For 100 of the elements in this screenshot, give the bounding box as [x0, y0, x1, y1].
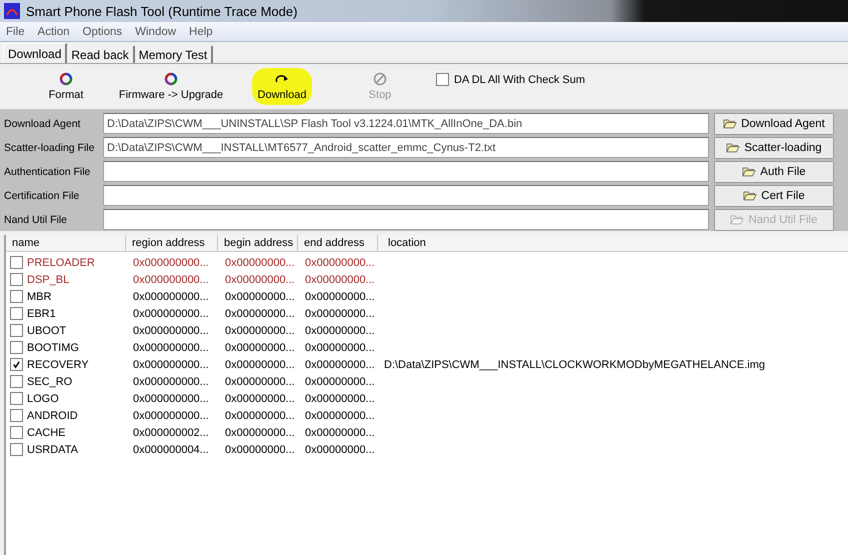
file-path-field[interactable]: D:\Data\ZIPS\CWM___INSTALL\MT6577_Android_scatter_emmc_Cynus-T2.txt: [103, 137, 709, 158]
table-cell: USRDATA: [27, 444, 78, 456]
table-cell: PRELOADER: [27, 256, 95, 268]
app-icon: [4, 3, 20, 19]
menu-item[interactable]: Action: [38, 26, 70, 38]
file-path-field[interactable]: [103, 161, 709, 182]
table-cell: 0x00000000...: [225, 324, 295, 336]
table-cell: 0x00000000...: [305, 392, 375, 404]
table-cell: EBR1: [27, 308, 56, 320]
browse-button[interactable]: Cert File: [714, 184, 834, 206]
table-cell: 0x00000000...: [225, 358, 295, 370]
table-cell: 0x00000000...: [305, 274, 375, 286]
toolbar-button[interactable]: Firmware -> Upgrade: [112, 68, 230, 105]
table-cell: 0x00000000...: [305, 410, 375, 422]
table-cell: 0x00000000...: [305, 342, 375, 354]
table-cell: 0x000000000...: [133, 308, 209, 320]
checkbox[interactable]: [10, 426, 23, 439]
table-cell: 0x000000004...: [133, 444, 209, 456]
checkbox[interactable]: [10, 290, 23, 303]
table-cell: 0x00000000...: [225, 392, 295, 404]
file-path-field[interactable]: [103, 209, 709, 230]
table-cell: UBOOT: [27, 324, 66, 336]
table-cell: 0x00000000...: [225, 410, 295, 422]
table-cell: 0x000000000...: [133, 290, 209, 302]
toolbar-button[interactable]: Format: [20, 68, 112, 105]
table-cell: CACHE: [27, 426, 66, 438]
checksum-checkbox[interactable]: DA DL All With Check Sum: [436, 73, 586, 86]
tab[interactable]: Download: [3, 43, 68, 63]
table-cell: 0x00000000...: [225, 426, 295, 438]
column-header[interactable]: begin address: [218, 235, 298, 251]
table-cell: 0x000000000...: [133, 410, 209, 422]
table-cell: 0x000000000...: [133, 274, 209, 286]
field-label: Authentication File: [3, 166, 92, 178]
column-header[interactable]: location: [378, 235, 848, 251]
table-cell: 0x000000000...: [133, 342, 209, 354]
checkbox[interactable]: [10, 358, 23, 371]
browse-button[interactable]: Scatter-loading: [714, 136, 834, 158]
table-cell: 0x00000000...: [225, 308, 295, 320]
folder-icon: [730, 214, 744, 225]
checkbox[interactable]: [10, 392, 23, 405]
field-label: Download Agent: [3, 118, 82, 130]
menu-item[interactable]: File: [6, 26, 25, 38]
checkbox[interactable]: [10, 273, 23, 286]
table-cell: 0x000000000...: [133, 392, 209, 404]
browse-button[interactable]: Auth File: [714, 160, 834, 182]
folder-icon: [743, 190, 758, 201]
table-cell: 0x00000000...: [305, 290, 375, 302]
table-cell: 0x00000000...: [305, 358, 375, 370]
folder-icon: [742, 166, 756, 177]
arrows-circle-icon: [59, 72, 73, 86]
table-cell: RECOVERY: [27, 358, 89, 370]
column-header[interactable]: end address: [298, 235, 378, 251]
window-title: Smart Phone Flash Tool (Runtime Trace Mode): [26, 4, 298, 18]
table-cell: BOOTIMG: [27, 342, 79, 354]
checkbox[interactable]: [10, 256, 23, 269]
table-cell: 0x000000000...: [133, 376, 209, 388]
column-header[interactable]: name: [6, 235, 126, 251]
table-cell: 0x00000000...: [225, 444, 295, 456]
table-cell: 0x00000000...: [225, 290, 295, 302]
table-cell: 0x00000000...: [305, 376, 375, 388]
table-cell: 0x00000000...: [225, 256, 295, 268]
file-path-field[interactable]: [103, 185, 709, 206]
checkbox[interactable]: [10, 324, 23, 337]
checkbox[interactable]: [10, 307, 23, 320]
file-path-field[interactable]: D:\Data\ZIPS\CWM___UNINSTALL\SP Flash Tool v3.1224.01\MTK_AllInOne_DA.bin: [103, 113, 709, 134]
table-cell: 0x00000000...: [305, 256, 375, 268]
arrows-circle-icon: [164, 72, 178, 86]
table-cell: 0x000000002...: [133, 426, 209, 438]
table-cell: 0x00000000...: [305, 324, 375, 336]
table-cell: 0x00000000...: [225, 274, 295, 286]
folder-icon: [726, 142, 740, 153]
column-header[interactable]: region address: [126, 235, 218, 251]
checkbox[interactable]: [10, 409, 23, 422]
menu-item[interactable]: Help: [189, 26, 213, 38]
field-label: Nand Util File: [3, 214, 68, 226]
table-cell: D:\Data\ZIPS\CWM___INSTALL\CLOCKWORKMODbyMEGATHELANCE.img: [384, 358, 765, 370]
browse-button[interactable]: Download Agent: [714, 112, 834, 134]
field-label: Scatter-loading File: [3, 142, 96, 154]
folder-icon: [723, 118, 738, 129]
table-cell: SEC_RO: [27, 376, 72, 388]
table-cell: MBR: [27, 290, 52, 302]
table-cell: DSP_BL: [27, 274, 70, 286]
table-cell: LOGO: [27, 392, 59, 404]
toolbar-button[interactable]: Download: [252, 68, 312, 105]
table-cell: 0x00000000...: [225, 376, 295, 388]
table-cell: 0x00000000...: [305, 308, 375, 320]
table-cell: 0x000000000...: [133, 324, 209, 336]
table-cell: 0x00000000...: [305, 444, 375, 456]
table-cell: 0x00000000...: [305, 426, 375, 438]
menu-item[interactable]: Window: [135, 26, 176, 38]
menu-item[interactable]: Options: [82, 26, 122, 38]
table-cell: 0x000000000...: [133, 358, 209, 370]
stop-icon: [373, 72, 387, 86]
checkbox[interactable]: [10, 341, 23, 354]
checkbox[interactable]: [10, 443, 23, 456]
checkbox[interactable]: [10, 375, 23, 388]
field-label: Certification File: [3, 190, 80, 202]
table-cell: ANDROID: [27, 410, 78, 422]
table-cell: 0x000000000...: [133, 256, 209, 268]
table-cell: 0x00000000...: [225, 342, 295, 354]
